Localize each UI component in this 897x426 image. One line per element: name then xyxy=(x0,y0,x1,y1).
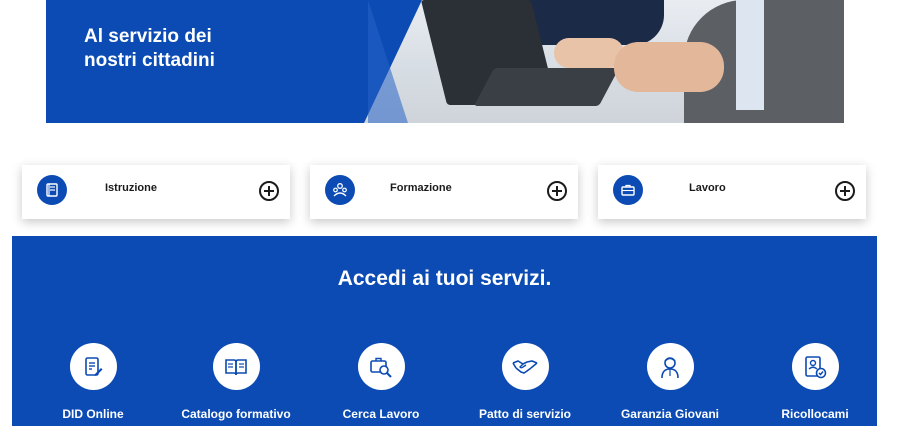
hero-title: Al servizio dei nostri cittadini xyxy=(84,25,215,73)
category-label: Istruzione xyxy=(105,182,157,194)
service-label: DID Online xyxy=(62,407,124,421)
briefcase-icon xyxy=(613,175,643,205)
group-icon xyxy=(325,175,355,205)
service-label: Patto di servizio xyxy=(478,407,572,421)
document-edit-icon xyxy=(69,343,117,390)
category-card-formazione[interactable]: Formazione xyxy=(310,165,578,219)
expand-plus-icon[interactable] xyxy=(259,181,279,201)
book-icon xyxy=(37,175,67,205)
expand-plus-icon[interactable] xyxy=(547,181,567,201)
handshake-icon xyxy=(501,343,549,390)
service-label: Garanzia Giovani xyxy=(620,407,720,421)
service-patto-di-servizio[interactable]: Patto di servizio xyxy=(455,343,595,421)
hero-banner: Al servizio dei nostri cittadini xyxy=(46,0,844,123)
category-card-istruzione[interactable]: Istruzione xyxy=(22,165,290,219)
service-ricollocami[interactable]: Ricollocami xyxy=(745,343,885,421)
hero-title-line1: Al servizio dei xyxy=(84,26,212,47)
service-did-online[interactable]: DID Online xyxy=(23,343,163,421)
category-label: Lavoro xyxy=(689,182,726,194)
service-label: Catalogo formativo xyxy=(181,407,291,421)
service-cerca-lavoro[interactable]: Cerca Lavoro xyxy=(311,343,451,421)
job-search-icon xyxy=(357,343,405,390)
hero-photo xyxy=(364,0,844,123)
services-title: Accedi ai tuoi servizi. xyxy=(337,267,552,290)
young-person-icon xyxy=(646,343,694,390)
expand-plus-icon[interactable] xyxy=(835,181,855,201)
category-card-lavoro[interactable]: Lavoro xyxy=(598,165,866,219)
services-section: Accedi ai tuoi servizi. DID Online Catal… xyxy=(12,236,877,426)
category-label: Formazione xyxy=(390,182,452,194)
service-label: Ricollocami xyxy=(781,407,849,421)
hero-title-line2: nostri cittadini xyxy=(84,50,215,71)
id-badge-check-icon xyxy=(791,343,839,390)
catalog-book-icon xyxy=(212,343,260,390)
service-label: Cerca Lavoro xyxy=(342,407,420,421)
service-garanzia-giovani[interactable]: Garanzia Giovani xyxy=(600,343,740,421)
service-catalogo-formativo[interactable]: Catalogo formativo xyxy=(166,343,306,421)
